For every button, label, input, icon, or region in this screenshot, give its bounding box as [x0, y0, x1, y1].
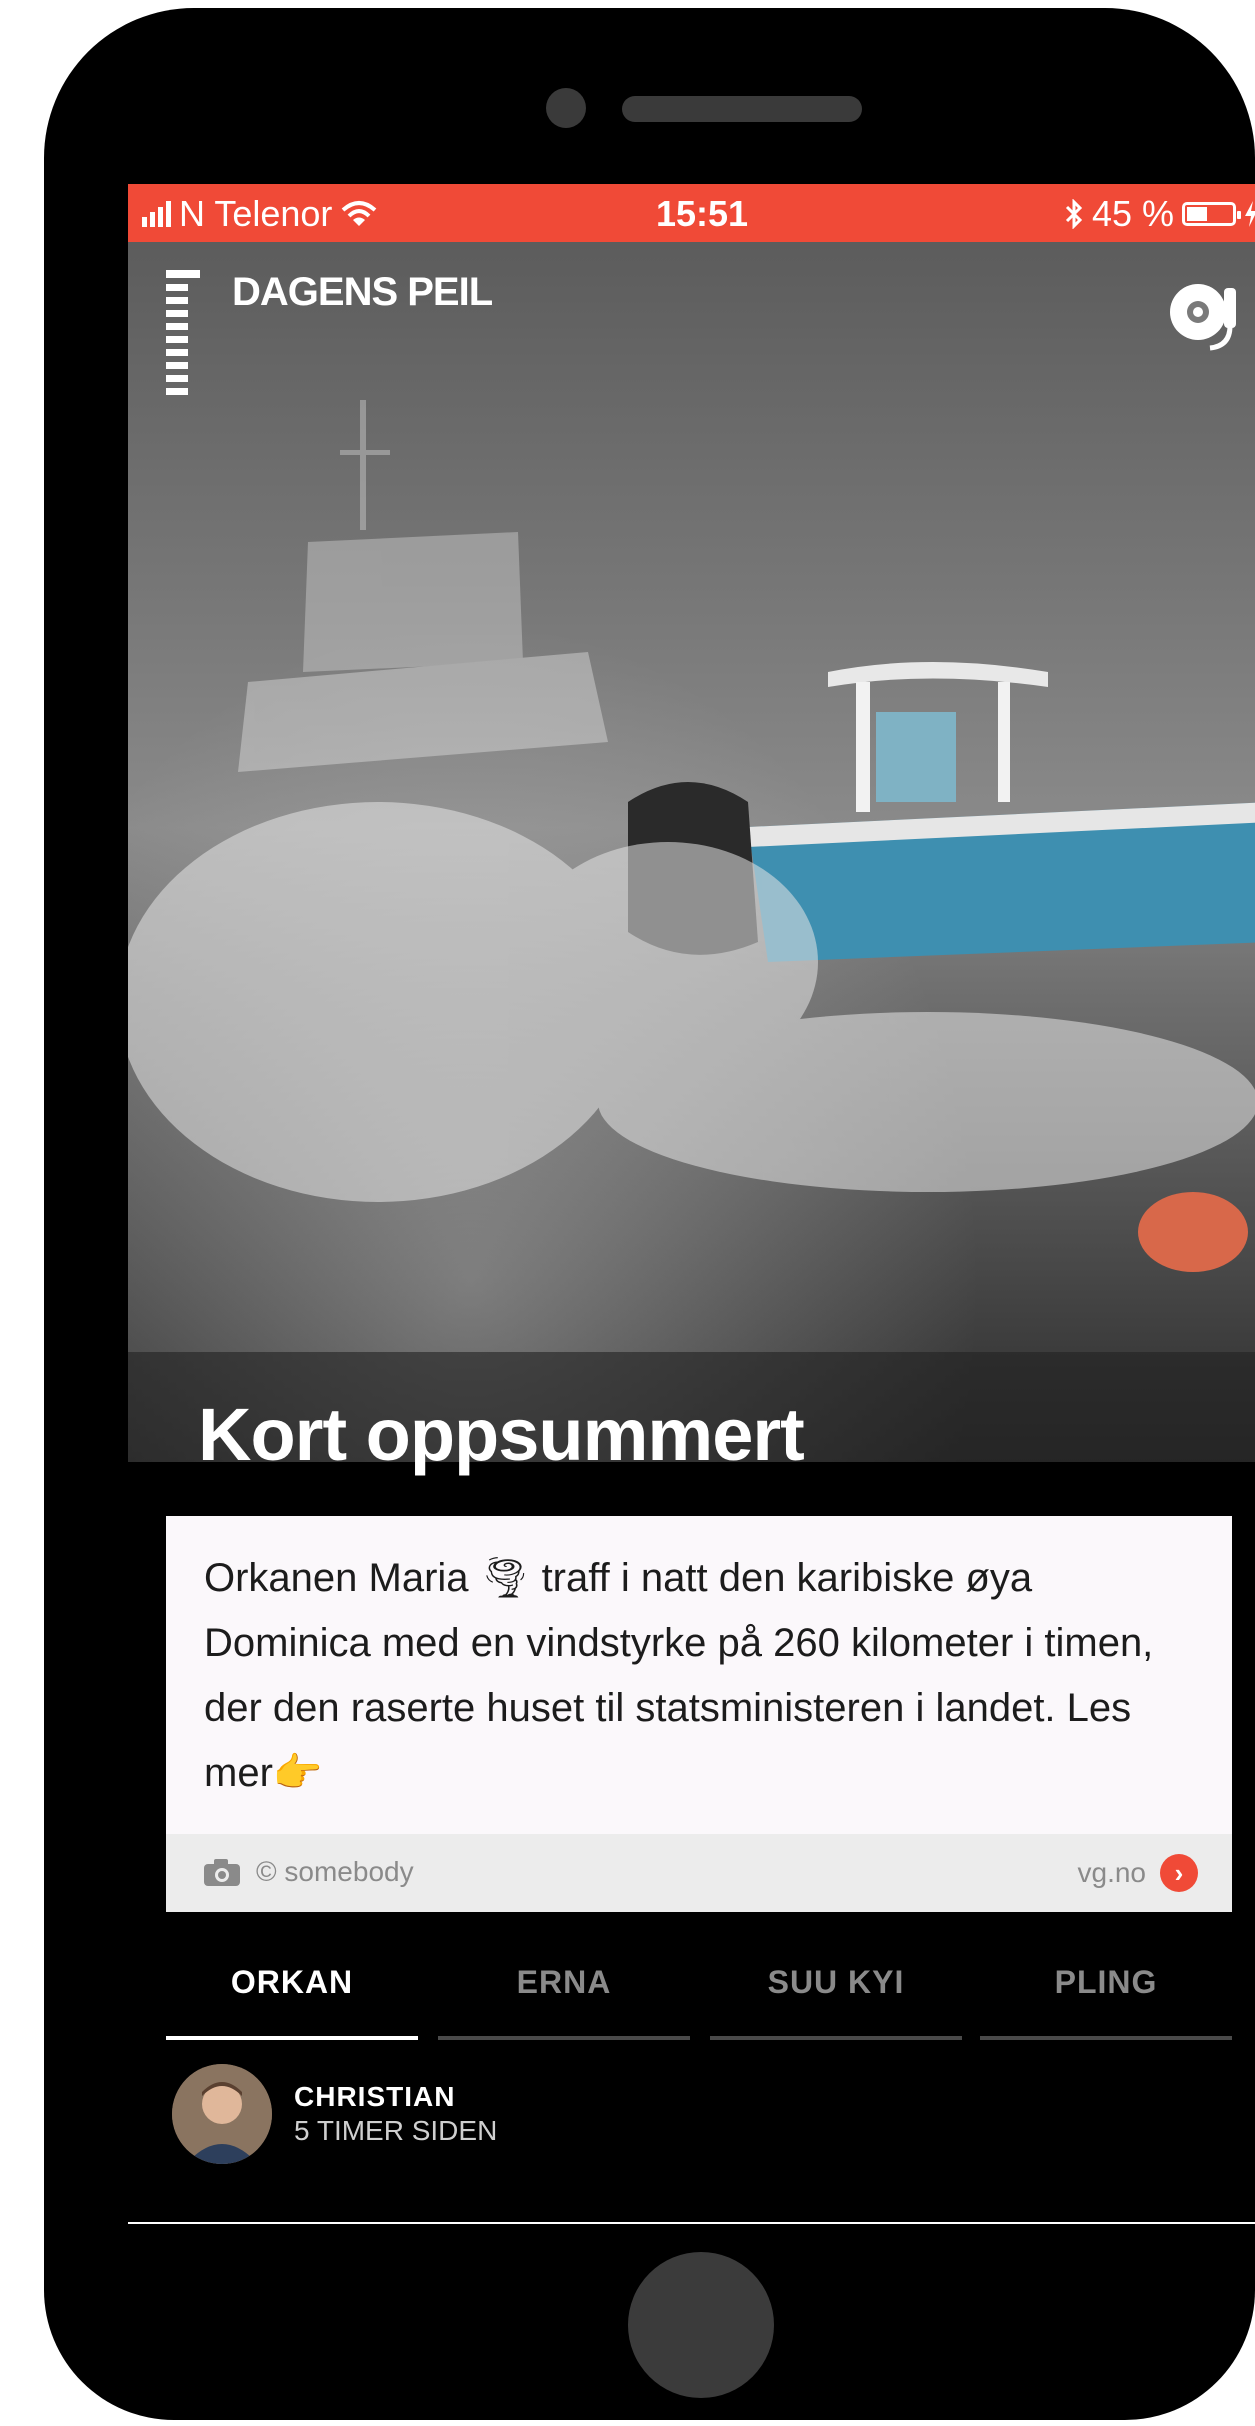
carrier-label: N Telenor [179, 193, 333, 234]
earpiece-speaker [622, 96, 862, 122]
tab-erna[interactable]: ERNA [438, 1954, 690, 2040]
tab-indicator [166, 2036, 418, 2040]
story-tabs: ORKAN ERNA SUU KYI PLING [166, 1954, 1232, 2040]
source-link[interactable]: vg.no › [1078, 1854, 1198, 1892]
card-footer: © somebody vg.no › [166, 1834, 1232, 1912]
photo-credit: © somebody [202, 1856, 414, 1888]
chevron-right-icon[interactable]: › [1160, 1854, 1198, 1892]
timeline-icon [166, 270, 200, 401]
summary-text-start: Orkanen Maria [204, 1556, 480, 1600]
pointing-hand-emoji[interactable]: 👉 [273, 1751, 323, 1795]
screen: N Telenor 15:51 45 % Kort oppsummert DAG… [128, 184, 1255, 2224]
status-time: 15:51 [656, 193, 749, 234]
battery-icon [1182, 202, 1241, 226]
tab-label: ERNA [516, 1964, 612, 2000]
wifi-icon [342, 201, 377, 226]
status-left: N Telenor [142, 193, 378, 235]
hero-image[interactable]: Kort oppsummert [128, 242, 1255, 1476]
avatar[interactable] [172, 2064, 272, 2164]
camera-icon [204, 1859, 240, 1886]
battery-percent: 45 % [1091, 193, 1174, 234]
storm-photo [128, 400, 1255, 1462]
author-name: CHRISTIAN [294, 2081, 456, 2112]
tab-orkan[interactable]: ORKAN [166, 1954, 418, 2040]
charging-icon [1245, 201, 1255, 227]
tab-label: ORKAN [230, 1964, 354, 2000]
status-right: 45 % [1064, 193, 1255, 235]
tab-indicator [710, 2036, 962, 2040]
credit-text: © somebody [256, 1856, 414, 1887]
tornado-emoji: 🌪 [479, 1556, 531, 1600]
tab-label: PLING [1054, 1964, 1158, 2000]
author-info[interactable]: CHRISTIAN 5 TIMER SIDEN [172, 2064, 497, 2164]
tab-pling[interactable]: PLING [980, 1954, 1232, 2040]
source-text[interactable]: vg.no [1078, 1857, 1147, 1889]
summary-card[interactable]: Orkanen Maria 🌪 traff i natt den karibis… [166, 1516, 1232, 1912]
divider [128, 2222, 1255, 2224]
home-button[interactable] [628, 2252, 774, 2398]
headset-profile-icon[interactable] [1162, 272, 1246, 361]
tab-label: SUU KYI [767, 1964, 905, 2000]
tab-indicator [980, 2036, 1232, 2040]
status-bar: N Telenor 15:51 45 % [128, 184, 1255, 242]
phone-frame: N Telenor 15:51 45 % Kort oppsummert DAG… [44, 8, 1255, 2420]
brand-title: DAGENS PEIL [232, 270, 493, 314]
tab-suu-kyi[interactable]: SUU KYI [710, 1954, 962, 2040]
tab-indicator [438, 2036, 690, 2040]
hero-title: Kort oppsummert [198, 1393, 805, 1476]
author-time: 5 TIMER SIDEN [294, 2115, 498, 2146]
summary-text: Orkanen Maria 🌪 traff i natt den karibis… [204, 1546, 1204, 1806]
author-meta: CHRISTIAN 5 TIMER SIDEN [294, 2081, 497, 2147]
front-camera [546, 88, 586, 128]
bluetooth-icon [1065, 199, 1083, 229]
signal-icon [142, 201, 171, 227]
